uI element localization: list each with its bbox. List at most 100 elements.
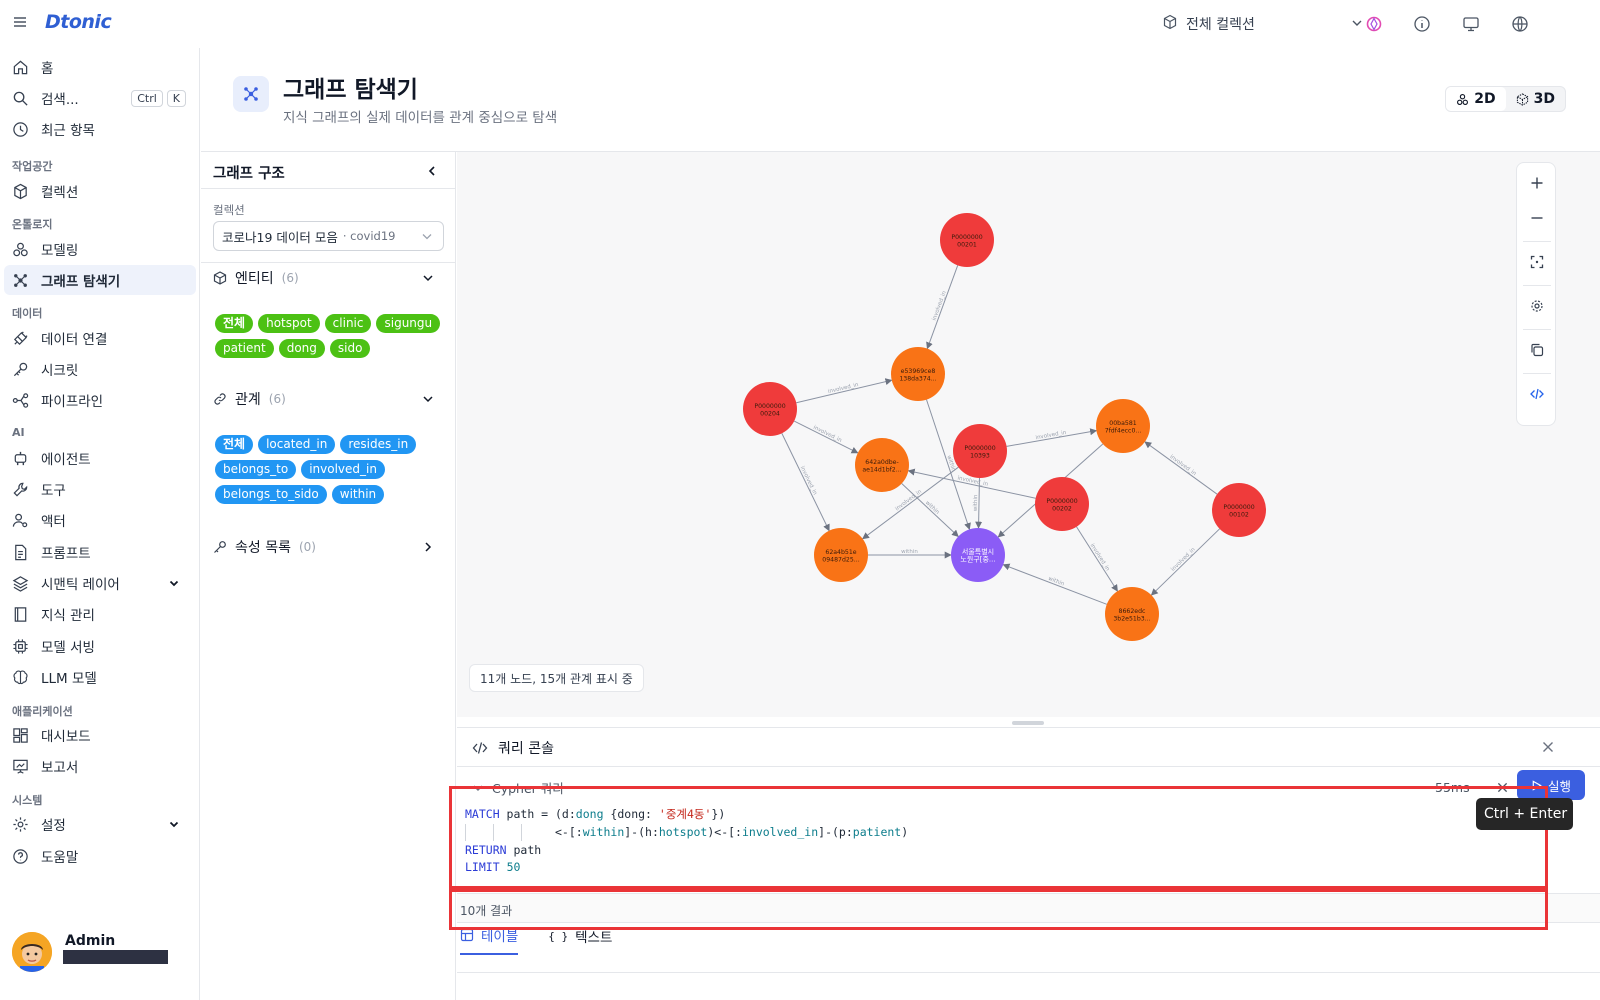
- graph-edge[interactable]: [901, 483, 959, 538]
- relation-chip[interactable]: resides_in: [340, 435, 417, 454]
- sidebar-item-label: 액터: [41, 514, 66, 530]
- resize-handle[interactable]: [1012, 721, 1044, 725]
- divider: [201, 188, 456, 189]
- view-2d-button[interactable]: 2D: [1446, 87, 1506, 111]
- graph-edge[interactable]: [781, 433, 830, 532]
- sidebar-item-pipeline[interactable]: 파이프라인: [4, 385, 196, 415]
- sidebar-item-home[interactable]: 홈: [4, 52, 196, 82]
- results-summary[interactable]: 10개 결과: [457, 893, 1600, 923]
- entity-chip-all[interactable]: 전체: [215, 314, 254, 333]
- divider: [1523, 241, 1551, 242]
- sidebar-item-semantic-layer[interactable]: 시맨틱 레이어: [4, 568, 196, 598]
- graph-node-dong[interactable]: 서울특별시노원구[중...: [951, 528, 1005, 582]
- graph-edge[interactable]: [796, 378, 893, 404]
- zoom-in-icon[interactable]: [1527, 173, 1547, 193]
- graph-node-hotspot[interactable]: 62a4b51e09487d25...: [814, 528, 868, 582]
- sidebar-item-model-serving[interactable]: 모델 서빙: [4, 631, 196, 661]
- sidebar-item-tools[interactable]: 도구: [4, 474, 196, 504]
- entity-chip[interactable]: patient: [215, 339, 274, 358]
- entity-chip[interactable]: sido: [329, 339, 371, 358]
- relation-chip-all[interactable]: 전체: [215, 435, 254, 454]
- graph-edge[interactable]: [1076, 526, 1118, 592]
- relation-chip[interactable]: belongs_to: [215, 460, 297, 479]
- properties-section-header[interactable]: 속성 목록 (0): [213, 536, 444, 558]
- sidebar-item-secrets[interactable]: 시크릿: [4, 354, 196, 384]
- brand-icon[interactable]: [1362, 12, 1386, 36]
- graph-edge[interactable]: [1144, 441, 1218, 495]
- graph-edge[interactable]: [926, 265, 959, 350]
- relations-title: 관계: [235, 392, 261, 408]
- graph-edge[interactable]: [793, 420, 859, 454]
- close-icon[interactable]: [1542, 741, 1554, 757]
- view-3d-button[interactable]: 3D: [1506, 87, 1565, 111]
- code-icon[interactable]: [1527, 384, 1547, 404]
- sidebar-item-help[interactable]: 도움말: [4, 841, 196, 871]
- sidebar-item-label: 지식 관리: [41, 608, 95, 624]
- graph-node-patient[interactable]: P000000000102: [1212, 483, 1266, 537]
- relation-chip[interactable]: involved_in: [301, 460, 385, 479]
- chevron-left-icon[interactable]: [425, 164, 439, 182]
- zoom-out-icon[interactable]: [1527, 208, 1547, 228]
- entity-chip[interactable]: hotspot: [258, 314, 320, 333]
- fit-view-icon[interactable]: [1527, 252, 1547, 272]
- sidebar-item-knowledge[interactable]: 지식 관리: [4, 599, 196, 629]
- graph-node-hotspot[interactable]: 8662edc3b2e51b3...: [1105, 587, 1159, 641]
- relation-chip[interactable]: located_in: [258, 435, 336, 454]
- modeling-icon: [13, 242, 28, 256]
- relation-chip[interactable]: within: [331, 485, 385, 504]
- sidebar-item-llm-models[interactable]: LLM 모델: [4, 662, 196, 692]
- graph-edge[interactable]: [1002, 563, 1107, 605]
- graph-edge[interactable]: [1150, 528, 1220, 596]
- graph-node-hotspot[interactable]: 00ba5817fdf4ecc0...: [1096, 399, 1150, 453]
- clear-query-icon[interactable]: [1497, 782, 1508, 797]
- sidebar-item-collections[interactable]: 컬렉션: [4, 176, 196, 206]
- sidebar-item-dashboard[interactable]: 대시보드: [4, 720, 196, 750]
- sidebar-item-recent[interactable]: 최근 항목: [4, 114, 196, 144]
- graph-canvas[interactable]: involved_in involved_in involved_in involve…: [457, 152, 1600, 717]
- run-query-button[interactable]: 실행: [1517, 770, 1585, 800]
- graph-node-patient[interactable]: P000000010393: [953, 424, 1007, 478]
- copy-icon[interactable]: [1527, 340, 1547, 360]
- gear-icon[interactable]: [1527, 296, 1547, 316]
- file-text-icon: [15, 544, 27, 560]
- graph-node-hotspot[interactable]: 642a0dbe-ae14d1bf2...: [855, 438, 909, 492]
- relation-chip[interactable]: belongs_to_sido: [215, 485, 327, 504]
- cypher-query-toggle[interactable]: Cypher 쿼리: [472, 778, 564, 797]
- sidebar-item-label: 보고서: [41, 760, 79, 776]
- tab-text[interactable]: { } 텍스트: [548, 925, 612, 955]
- sidebar-item-reports[interactable]: 보고서: [4, 751, 196, 781]
- collection-select[interactable]: 코로나19 데이터 모음 · covid19: [213, 221, 444, 251]
- collection-selector[interactable]: 전체 컬렉션: [1162, 12, 1364, 36]
- sidebar-item-data-connection[interactable]: 데이터 연결: [4, 323, 196, 353]
- graph-node-label: 3b2e51b3...: [1113, 616, 1150, 623]
- book-icon: [14, 606, 27, 622]
- graph-node-patient[interactable]: P000000000202: [1035, 477, 1089, 531]
- sidebar-item-modeling[interactable]: 모델링: [4, 234, 196, 264]
- sidebar-item-graph-explorer[interactable]: 그래프 탐색기: [4, 265, 196, 295]
- pipeline-icon: [12, 392, 29, 408]
- info-icon[interactable]: [1410, 12, 1434, 36]
- graph-visualization[interactable]: involved_ininvolved_ininvolved_ininvolve…: [457, 152, 1600, 717]
- entity-chip[interactable]: dong: [278, 339, 325, 358]
- collection-field-label: 컬렉션: [213, 203, 245, 217]
- sidebar-item-agents[interactable]: 에이전트: [4, 443, 196, 473]
- graph-node-hotspot[interactable]: e53969ce8138da374...: [891, 347, 945, 401]
- user-profile[interactable]: [12, 932, 52, 972]
- sidebar-item-actors[interactable]: 액터: [4, 505, 196, 535]
- cypher-editor[interactable]: MATCH path = (d:dong {dong: '중계4동'}) <-[…: [465, 802, 1548, 892]
- graph-node-patient[interactable]: P000000000201: [940, 213, 994, 267]
- monitor-icon[interactable]: [1459, 12, 1483, 36]
- tab-table[interactable]: 테이블: [460, 925, 519, 955]
- menu-icon[interactable]: [12, 14, 28, 30]
- entity-chip[interactable]: sigungu: [376, 314, 441, 333]
- entity-chip[interactable]: clinic: [324, 314, 372, 333]
- entities-section-header[interactable]: 엔티티 (6): [213, 267, 444, 289]
- sidebar-item-search[interactable]: 검색... Ctrl K: [4, 83, 196, 113]
- sidebar-item-settings[interactable]: 설정: [4, 809, 196, 839]
- relations-section-header[interactable]: 관계 (6): [213, 388, 444, 410]
- globe-icon[interactable]: [1508, 12, 1532, 36]
- sidebar-item-prompts[interactable]: 프롬프트: [4, 537, 196, 567]
- app-logo[interactable]: Dtonic: [45, 11, 112, 33]
- graph-edge-label: involved_in: [828, 382, 860, 395]
- graph-node-patient[interactable]: P000000000204: [743, 382, 797, 436]
